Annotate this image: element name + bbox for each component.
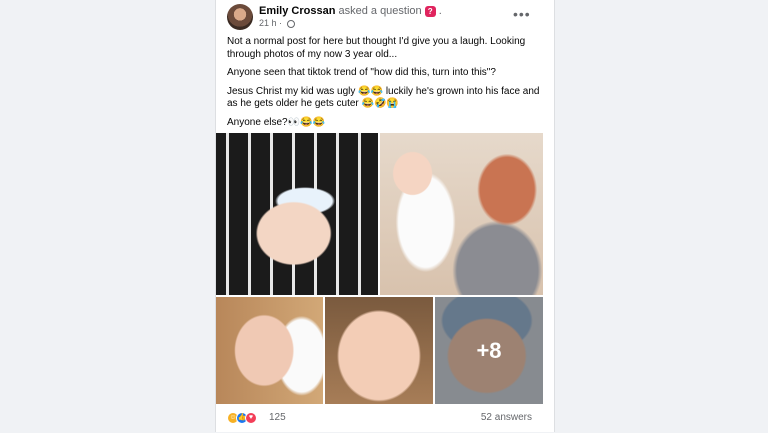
photo-baby-face[interactable]	[325, 297, 433, 404]
post-paragraph: Anyone seen that tiktok trend of "how di…	[227, 67, 496, 78]
photo-baby-closeup[interactable]	[216, 297, 323, 404]
love-reaction-icon: ♥	[245, 412, 257, 424]
avatar[interactable]	[227, 4, 253, 30]
post-action: asked a question	[338, 5, 422, 17]
post-card: Emily Crossan asked a question ? . 21 h …	[215, 0, 555, 432]
reaction-count[interactable]: 125	[269, 412, 286, 423]
post-timestamp[interactable]: 21 h ·	[259, 18, 295, 28]
post-body: Not a normal post for here but thought I…	[227, 36, 545, 135]
post-paragraph: Jesus Christ my kid was ugly 😂😂 luckily …	[227, 85, 540, 110]
more-photos-overlay[interactable]: +8	[435, 297, 543, 404]
post-paragraph: Not a normal post for here but thought I…	[227, 36, 526, 60]
question-icon: ?	[424, 5, 436, 17]
more-dots-icon[interactable]: •••	[513, 6, 531, 22]
answers-count[interactable]: 52 answers	[481, 412, 532, 423]
photo-baby-held-by-grandmother[interactable]	[380, 133, 543, 295]
post-paragraph: Anyone else?👀😂😂	[227, 116, 325, 128]
author-name[interactable]: Emily Crossan	[259, 5, 335, 17]
globe-icon	[286, 19, 295, 28]
post-header: Emily Crossan asked a question ? .	[259, 5, 442, 17]
photo-baby-on-blanket[interactable]	[216, 133, 378, 295]
timestamp-text: 21 h	[259, 18, 277, 28]
post-footer: ☺ 👍 ♥ 125 52 answers	[216, 403, 554, 433]
